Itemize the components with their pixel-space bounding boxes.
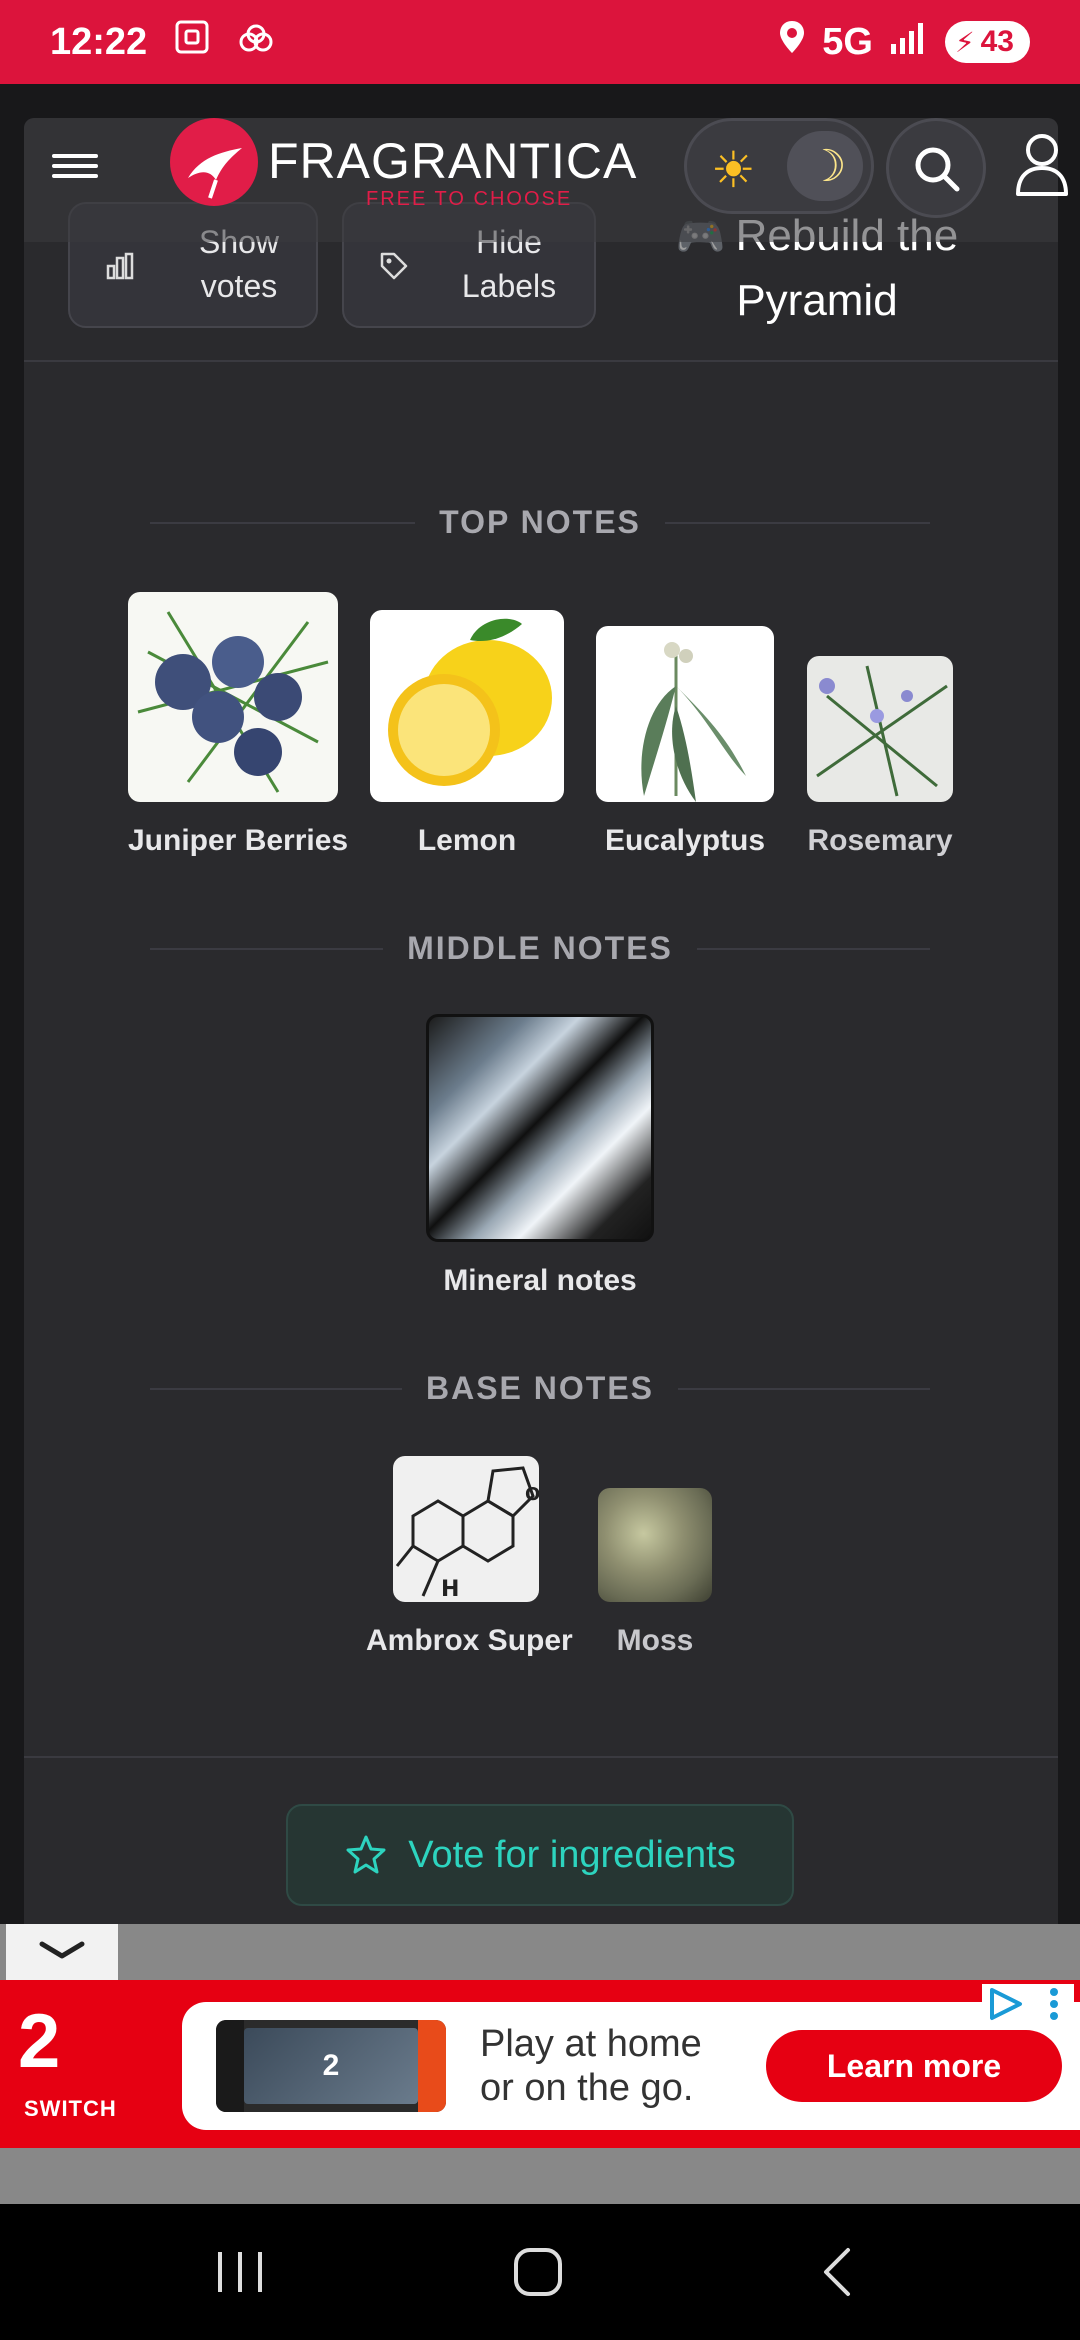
tag-icon [380,252,408,280]
dark-mode-selected: ☽ [787,131,863,201]
charging-icon: ⚡ [954,26,975,58]
search-icon [915,147,960,192]
top-notes-title: TOP NOTES [150,496,930,548]
site-header: FRAGRANTICA FREE TO CHOOSE ☀ ☽ [24,118,1068,242]
logo-tagline: FREE TO CHOOSE [366,188,573,210]
collapse-ad-button[interactable] [6,1924,118,1980]
rosemary-image [807,656,953,802]
advertisement-banner[interactable]: 2 SWITCH 2 Play at home or on the go. Le… [0,1980,1080,2148]
moss-image [598,1488,712,1602]
bar-chart-icon [106,252,134,280]
theme-toggle[interactable]: ☀ ☽ [684,118,874,214]
svg-text:H: H [441,1577,459,1602]
vote-for-ingredients-button[interactable]: Vote for ingredients [286,1804,794,1906]
ambrox-molecule-image: H O [393,1456,539,1602]
back-button[interactable] [808,2244,868,2305]
status-time: 12:22 [50,20,148,63]
logo-text: FRAGRANTICA [268,133,638,189]
ad-text: Play at home or on the go. [480,2023,702,2109]
status-bar: 12:22 5G ⚡ 43 [0,0,1080,84]
note-eucalyptus[interactable]: Eucalyptus [596,626,774,858]
signal-icon [889,20,929,64]
bottom-spacer [0,2148,1080,2204]
base-notes-title: BASE NOTES [150,1362,930,1414]
search-button[interactable] [886,118,986,218]
ad-choices-icon[interactable] [982,1984,1074,2024]
juniper-berries-image [128,592,338,802]
eucalyptus-image [596,626,774,802]
note-ambrox-super[interactable]: H O Ambrox Super [366,1456,573,1658]
note-rosemary[interactable]: Rosemary [806,656,954,858]
divider [24,1756,1058,1758]
chevron-down-icon [39,1941,85,1959]
hamburger-menu-icon[interactable] [52,148,98,188]
star-icon [346,1835,386,1874]
moon-icon: ☽ [807,142,847,191]
recent-apps-button[interactable] [210,2244,270,2305]
battery-level: 43 [980,25,1014,58]
hummingbird-logo-icon [170,118,258,206]
console-image: 2 [216,2020,446,2112]
site-logo[interactable]: FRAGRANTICA FREE TO CHOOSE [144,118,644,242]
screenshot-icon [173,18,211,66]
location-icon [778,19,806,65]
system-navigation-bar [0,2204,1080,2340]
lemon-image [370,610,564,802]
note-lemon[interactable]: Lemon [370,610,564,858]
ad-brand-number: 2 [18,1999,61,2084]
network-label: 5G [822,20,873,63]
home-button[interactable] [508,2244,568,2305]
ad-panel: 2 Play at home or on the go. Learn more [182,2002,1080,2130]
ad-spacer [0,1924,1080,1980]
sun-icon: ☀ [711,142,756,198]
learn-more-button[interactable]: Learn more [766,2030,1062,2102]
battery-indicator: ⚡ 43 [944,21,1030,63]
middle-notes-title: MIDDLE NOTES [150,922,930,974]
note-juniper-berries[interactable]: Juniper Berries [128,592,348,858]
divider [24,360,1058,362]
note-mineral-notes[interactable]: Mineral notes [426,1014,654,1298]
cloud-notification-icon [237,21,277,64]
svg-text:O: O [525,1484,539,1505]
note-moss[interactable]: Moss [588,1488,722,1658]
vote-button-label: Vote for ingredients [408,1833,736,1876]
mineral-notes-image [426,1014,654,1242]
nintendo-switch-logo: 2 SWITCH [18,1998,158,2128]
ad-brand-name: SWITCH [24,2096,117,2121]
user-icon[interactable] [1014,132,1070,203]
